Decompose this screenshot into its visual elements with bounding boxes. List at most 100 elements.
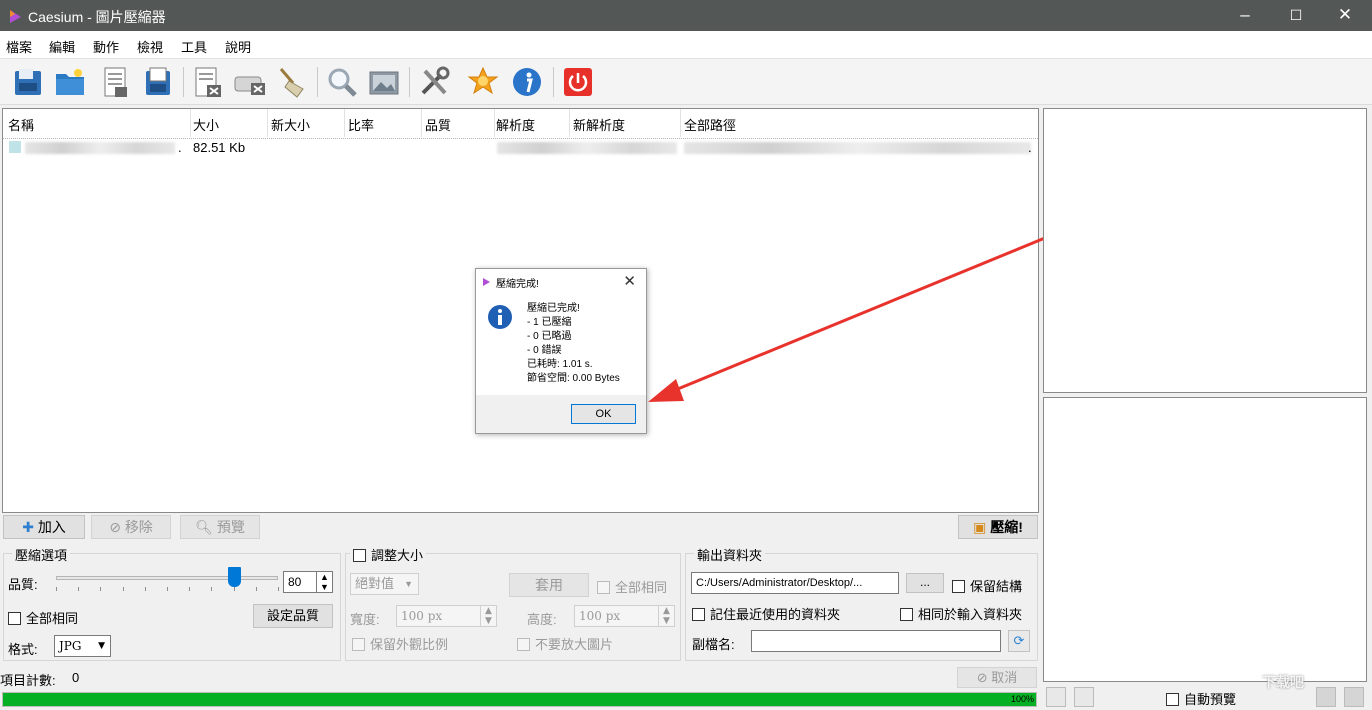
preview-button[interactable]: 🔍︎ 預覽: [180, 515, 260, 539]
save-list-icon[interactable]: [99, 65, 133, 99]
quality-label: 品質:: [8, 577, 38, 592]
remember-folder-checkbox[interactable]: 記住最近使用的資料夾: [692, 604, 840, 623]
checkbox-icon: [352, 638, 365, 651]
column-size[interactable]: 大小: [193, 115, 219, 134]
refresh-icon[interactable]: ⟳: [1008, 630, 1030, 652]
resize-mode-select[interactable]: 絕對值 ▼: [350, 573, 419, 595]
clear-list-icon[interactable]: [233, 65, 267, 99]
slider-tick: [167, 587, 168, 591]
quality-slider-thumb[interactable]: [227, 567, 241, 587]
add-button[interactable]: ✚ 加入: [3, 515, 85, 539]
auto-preview-checkbox[interactable]: 自動預覽: [1166, 689, 1236, 708]
title-bar: Caesium - 圖片壓縮器 – ☐ ✕: [0, 0, 1372, 31]
suffix-input[interactable]: [751, 630, 1001, 652]
format-label: 格式:: [8, 642, 38, 657]
keep-ratio-checkbox[interactable]: 保留外觀比例: [352, 634, 448, 653]
keep-structure-checkbox[interactable]: 保留結構: [952, 576, 1022, 595]
zoom-in-icon[interactable]: [1344, 687, 1364, 707]
clean-broom-icon[interactable]: [275, 65, 309, 99]
checkbox-icon: [900, 608, 913, 621]
slider-tick: [144, 587, 146, 591]
file-thumbnail-icon: [9, 141, 21, 153]
dialog-close-icon[interactable]: ✕: [623, 272, 636, 290]
plus-icon: ✚: [22, 519, 38, 535]
slider-tick: [122, 587, 124, 591]
output-path-field[interactable]: C:/Users/Administrator/Desktop/...: [691, 572, 899, 594]
column-new-resolution[interactable]: 新解析度: [573, 115, 625, 134]
no-enlarge-checkbox[interactable]: 不要放大圖片: [517, 634, 613, 653]
progress-bar: 100%: [2, 692, 1037, 707]
file-size: 82.51 Kb: [193, 140, 246, 155]
dialog-title: 壓縮完成!: [496, 279, 539, 290]
chevron-down-icon: ▼: [404, 579, 413, 589]
menu-edit[interactable]: 編輯: [49, 37, 75, 56]
update-star-icon[interactable]: [466, 65, 500, 99]
open-list-icon[interactable]: [141, 65, 175, 99]
zoom-out-icon[interactable]: [1316, 687, 1336, 707]
menu-help[interactable]: 說明: [225, 37, 251, 56]
compress-button[interactable]: ▣ 壓縮!: [958, 515, 1038, 539]
checkbox-icon: [353, 549, 366, 562]
menu-file[interactable]: 檔案: [6, 37, 32, 56]
dialog-footer: OK: [476, 395, 646, 433]
compression-complete-dialog: 壓縮完成! ✕ 壓縮已完成! - 1 已壓縮 - 0 已略過 - 0 錯誤 已耗…: [475, 268, 647, 434]
browse-button[interactable]: ...: [906, 573, 944, 593]
open-folder-icon[interactable]: [53, 65, 87, 99]
apply-resize-button[interactable]: 套用: [509, 573, 589, 597]
format-select[interactable]: JPG ▼: [54, 635, 111, 657]
open-file-icon[interactable]: [11, 65, 45, 99]
slider-tick: [100, 587, 102, 591]
menu-view[interactable]: 檢視: [137, 37, 163, 56]
column-quality[interactable]: 品質: [425, 115, 451, 134]
full-size-icon[interactable]: [1074, 687, 1094, 707]
slider-tick: [255, 587, 257, 591]
resize-same-all-checkbox[interactable]: 全部相同: [597, 577, 667, 596]
set-quality-button[interactable]: 設定品質: [253, 604, 333, 628]
chevron-down-icon: ▼: [98, 641, 105, 651]
height-input[interactable]: 100 px ▲ ▼: [574, 605, 675, 627]
checkbox-icon: [1166, 693, 1179, 706]
column-ratio[interactable]: 比率: [348, 115, 374, 134]
compression-same-all-checkbox[interactable]: 全部相同: [8, 608, 78, 627]
column-name[interactable]: 名稱: [8, 115, 34, 134]
ok-button[interactable]: OK: [571, 404, 636, 424]
blurred-file-name: [25, 142, 175, 154]
menu-tools[interactable]: 工具: [181, 37, 207, 56]
quality-slider-track[interactable]: [56, 576, 278, 580]
width-input[interactable]: 100 px ▲ ▼: [396, 605, 497, 627]
dialog-message: 壓縮已完成! - 1 已壓縮 - 0 已略過 - 0 錯誤 已耗時: 1.01 …: [527, 303, 620, 384]
item-count-value: 0: [72, 670, 80, 685]
preview-magnifier-icon[interactable]: [325, 65, 359, 99]
resize-checkbox[interactable]: 調整大小: [350, 545, 427, 564]
fit-to-window-icon[interactable]: [1046, 687, 1066, 707]
blurred-path: [684, 142, 1031, 154]
watermark-text: 下载吧: [1262, 674, 1304, 690]
slider-tick: [211, 587, 213, 591]
column-separator: [569, 109, 570, 137]
quality-spinbox[interactable]: 80 ▲ ▼: [283, 571, 333, 593]
exit-power-icon[interactable]: [561, 65, 595, 99]
settings-tools-icon[interactable]: [417, 65, 451, 99]
same-as-input-checkbox[interactable]: 相同於輸入資料夾: [900, 604, 1022, 623]
caesium-logo-icon: [483, 278, 490, 286]
about-info-icon[interactable]: [510, 65, 544, 99]
column-full-path[interactable]: 全部路徑: [684, 115, 736, 134]
minimize-button[interactable]: –: [1234, 4, 1256, 26]
remove-button[interactable]: ⊘ 移除: [91, 515, 171, 539]
compressed-preview-panel: [1043, 397, 1367, 682]
slider-tick: [189, 587, 191, 591]
maximize-button[interactable]: ☐: [1285, 4, 1307, 26]
checkbox-icon: [8, 612, 21, 625]
menu-action[interactable]: 動作: [93, 37, 119, 56]
toolbar-separator: [553, 67, 554, 97]
width-label: 寬度:: [350, 612, 380, 627]
compare-image-icon[interactable]: [367, 65, 401, 99]
cancel-button[interactable]: ⊘ 取消: [957, 667, 1037, 688]
column-resolution[interactable]: 解析度: [496, 115, 535, 134]
caesium-logo-icon: [10, 10, 21, 23]
column-new-size[interactable]: 新大小: [271, 115, 310, 134]
close-button[interactable]: ✕: [1334, 4, 1356, 26]
remove-item-icon[interactable]: [191, 65, 225, 99]
remove-icon: ⊘: [109, 519, 125, 535]
toolbar: [0, 59, 1372, 105]
